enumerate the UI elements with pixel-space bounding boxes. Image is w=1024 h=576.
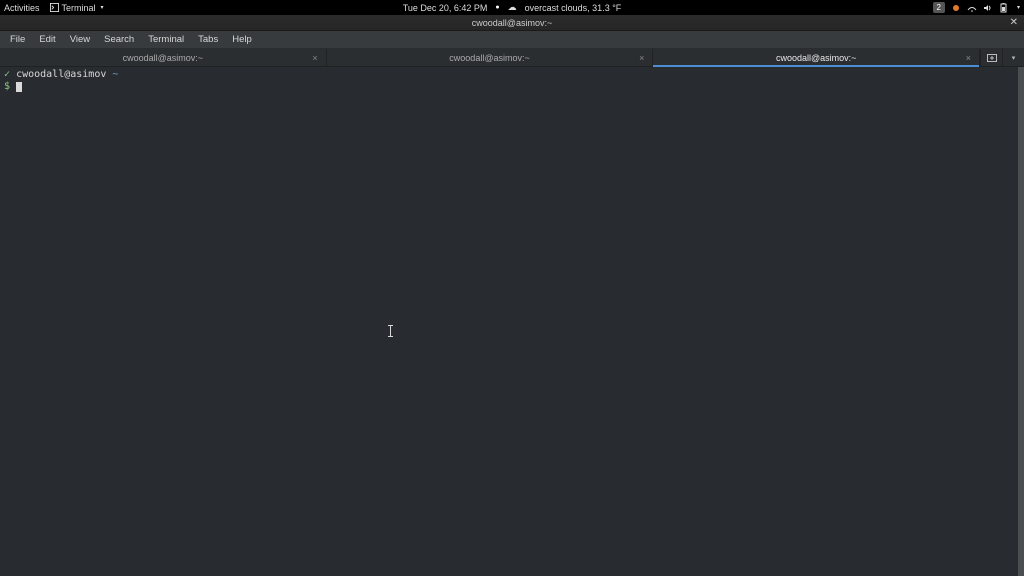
volume-icon[interactable] [983, 3, 993, 13]
tab-close-icon[interactable]: × [312, 53, 317, 63]
terminal-output: ✓ cwoodall@asimov ~ $ [0, 67, 1024, 576]
activities-button[interactable]: Activities [4, 3, 40, 13]
terminal-icon [50, 3, 59, 12]
menu-tabs[interactable]: Tabs [192, 32, 224, 47]
status-orange-icon[interactable] [951, 3, 961, 13]
scrollbar[interactable] [1018, 67, 1024, 576]
prompt-path: ~ [112, 69, 118, 80]
menu-terminal[interactable]: Terminal [142, 32, 190, 47]
menu-search[interactable]: Search [98, 32, 140, 47]
gnome-top-bar: Activities Terminal ▾ Tue Dec 20, 6:42 P… [0, 0, 1024, 15]
prompt-symbol: $ [4, 81, 10, 92]
text-cursor-ibeam-icon [390, 325, 391, 337]
chevron-down-icon: ▾ [1012, 54, 1016, 62]
menu-view[interactable]: View [64, 32, 96, 47]
app-menu[interactable]: Terminal ▾ [50, 3, 104, 13]
chevron-down-icon: ▾ [101, 4, 104, 11]
prompt-userhost: cwoodall@asimov [16, 69, 106, 80]
new-tab-button[interactable] [980, 49, 1002, 66]
app-menu-label: Terminal [62, 3, 96, 13]
tab-close-icon[interactable]: × [966, 53, 971, 63]
tab-bar: cwoodall@asimov:~ × cwoodall@asimov:~ × … [0, 49, 1024, 67]
new-tab-icon [987, 53, 997, 63]
network-icon[interactable] [967, 3, 977, 13]
tab-label: cwoodall@asimov:~ [449, 53, 529, 63]
window-title: cwoodall@asimov:~ [472, 18, 552, 28]
window-close-button[interactable]: ✕ [1010, 17, 1018, 28]
tab-menu-button[interactable]: ▾ [1002, 49, 1024, 66]
app-menubar: File Edit View Search Terminal Tabs Help [0, 31, 1024, 49]
workspace-indicator[interactable]: 2 [933, 2, 945, 13]
terminal-cursor [16, 82, 22, 92]
tab-label: cwoodall@asimov:~ [776, 53, 856, 63]
tab-1[interactable]: cwoodall@asimov:~ × [327, 49, 654, 66]
clock[interactable]: Tue Dec 20, 6:42 PM [403, 3, 488, 13]
window-titlebar[interactable]: cwoodall@asimov:~ ✕ [0, 15, 1024, 31]
terminal-viewport[interactable]: ✓ cwoodall@asimov ~ $ [0, 67, 1024, 576]
tab-0[interactable]: cwoodall@asimov:~ × [0, 49, 327, 66]
tab-close-icon[interactable]: × [639, 53, 644, 63]
tab-label: cwoodall@asimov:~ [123, 53, 203, 63]
system-menu-chevron-icon[interactable]: ▾ [1017, 4, 1020, 11]
weather-text[interactable]: overcast clouds, 31.3 °F [525, 3, 622, 13]
menu-edit[interactable]: Edit [33, 32, 61, 47]
tab-2[interactable]: cwoodall@asimov:~ × [653, 49, 980, 66]
menu-help[interactable]: Help [226, 32, 258, 47]
menu-file[interactable]: File [4, 32, 31, 47]
weather-icon: ☁ [508, 2, 517, 13]
notification-dot-icon: ● [495, 4, 499, 11]
battery-icon[interactable] [999, 3, 1009, 13]
prompt-status-icon: ✓ [4, 69, 10, 80]
